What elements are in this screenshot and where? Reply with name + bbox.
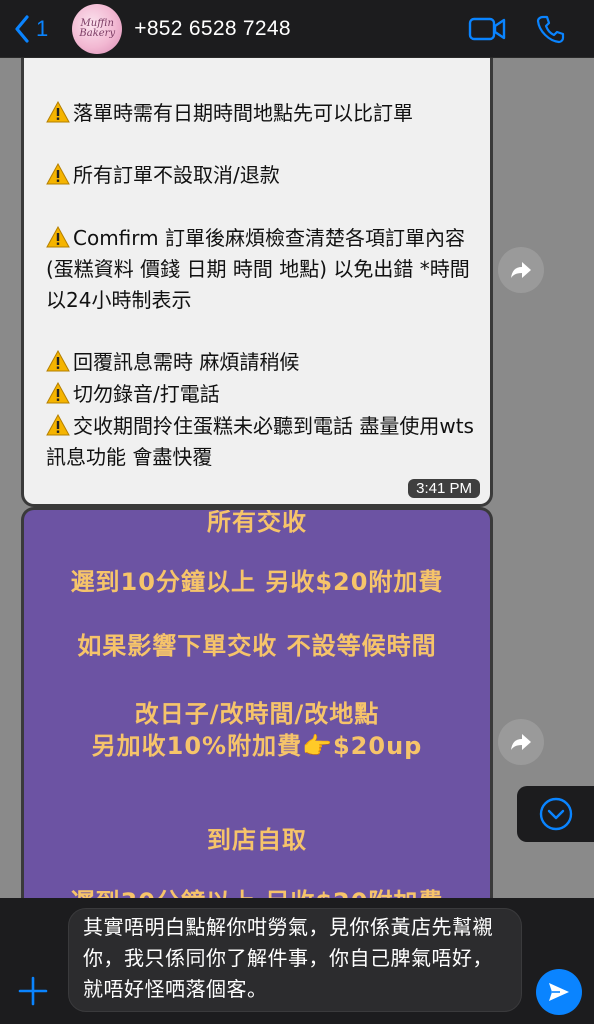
message-line: 落單時需有日期時間地點先可以比訂單 xyxy=(46,98,476,129)
chevron-down-circle-icon xyxy=(539,797,572,831)
image-text-line: 遲到10分鐘以上 另收$20附加費 xyxy=(70,568,444,596)
plus-icon xyxy=(18,976,48,1006)
warning-icon xyxy=(46,101,70,123)
warning-icon xyxy=(46,350,70,372)
message-bubble-rules[interactable]: 落單時需有日期時間地點先可以比訂單 所有訂單不設取消/退款 Comfirm 訂單… xyxy=(24,44,490,504)
warning-icon xyxy=(46,382,70,404)
avatar[interactable]: Muffin Bakery xyxy=(72,3,123,54)
chevron-left-icon xyxy=(15,14,29,43)
attach-button[interactable] xyxy=(18,976,48,1010)
chat-header: 1 Muffin Bakery +852 6528 7248 xyxy=(0,0,594,58)
image-text-line: 如果影響下單交收 不設等候時間 xyxy=(77,632,437,660)
back-button[interactable]: 1 xyxy=(14,14,49,43)
message-composer: 其實唔明白點解你咁勞氣，見你係黃店先幫襯你，我只係同你了解件事，你自己脾氣唔好，… xyxy=(0,898,594,1024)
avatar-logo-text: Muffin Bakery xyxy=(79,17,116,39)
send-button[interactable] xyxy=(536,969,582,1015)
image-text-line: 所有交收 xyxy=(207,510,307,536)
forward-button[interactable] xyxy=(498,719,544,765)
send-icon xyxy=(549,983,569,1001)
warning-icon xyxy=(46,226,70,248)
message-input[interactable]: 其實唔明白點解你咁勞氣，見你係黃店先幫襯你，我只係同你了解件事，你自己脾氣唔好，… xyxy=(68,908,522,1012)
image-text-line: 改日子/改時間/改地點 xyxy=(134,700,380,728)
image-text-line: 到店自取 xyxy=(207,826,307,854)
image-text-line: 另加收10%附加費👉$20up xyxy=(91,732,423,760)
forward-icon xyxy=(511,734,531,750)
message-line: 所有訂單不設取消/退款 xyxy=(46,160,476,191)
warning-icon xyxy=(46,414,70,436)
message-timestamp: 3:41 PM xyxy=(408,479,480,498)
unread-count: 1 xyxy=(36,15,49,41)
warning-icon xyxy=(46,163,70,185)
forward-button[interactable] xyxy=(498,247,544,293)
phone-call-icon[interactable] xyxy=(536,14,566,44)
scroll-to-bottom-button[interactable] xyxy=(517,786,594,842)
message-line: 交收期間拎住蛋糕未必聽到電話 盡量使用wts訊息功能 會盡快覆 xyxy=(46,414,474,469)
message-line: 回覆訊息需時 麻煩請稍候 xyxy=(46,347,476,378)
message-line: 切勿錄音/打電話 xyxy=(46,379,476,410)
message-line: Comfirm 訂單後麻煩檢查清楚各項訂單內容(蛋糕資料 價錢 日期 時間 地點… xyxy=(46,226,470,312)
contact-name[interactable]: +852 6528 7248 xyxy=(134,17,291,41)
forward-icon xyxy=(511,262,531,278)
message-image-fees[interactable]: 所有交收 遲到10分鐘以上 另收$20附加費 如果影響下單交收 不設等候時間 改… xyxy=(24,510,490,910)
video-call-icon[interactable] xyxy=(468,16,506,42)
